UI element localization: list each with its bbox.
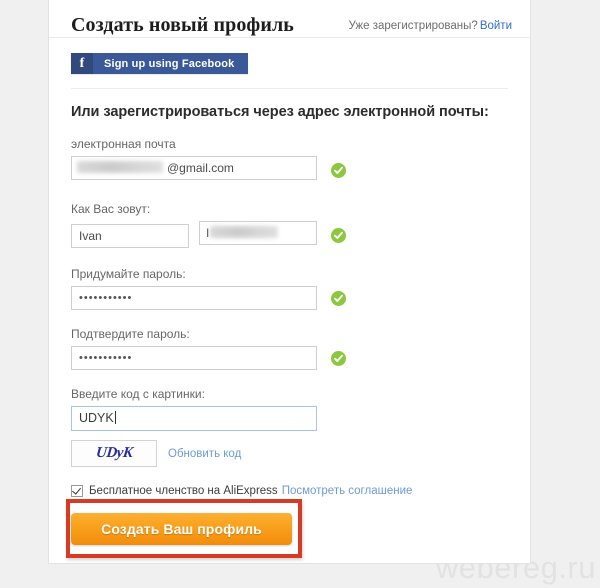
captcha-image: UDyK	[71, 440, 157, 467]
card-body: f Sign up using Facebook Или зарегистрир…	[49, 38, 530, 545]
captcha-field-row: UDYK	[71, 406, 508, 431]
page-title: Создать новый профиль	[71, 14, 294, 36]
email-label: электронная почта	[71, 137, 176, 151]
check-circle-icon	[331, 290, 346, 306]
name-label: Как Вас зовут:	[71, 202, 151, 216]
agreement-text: Бесплатное членство на AliExpress	[89, 485, 278, 497]
password-label: Придумайте пароль:	[71, 267, 186, 281]
password-confirm-label: Подтвердите пароль:	[71, 327, 190, 341]
password-confirm-input[interactable]: •••••••••••	[71, 346, 317, 370]
check-circle-icon	[331, 228, 346, 243]
captcha-image-text: UDyK	[95, 445, 134, 461]
submit-row: Создать Ваш профиль	[71, 513, 508, 545]
page-background: webereg.ru Создать новый профиль Уже зар…	[0, 0, 600, 588]
email-input-wrapper[interactable]: @gmail.com	[71, 156, 317, 185]
password-input[interactable]: •••••••••••	[71, 286, 317, 310]
facebook-signup-row: f Sign up using Facebook	[71, 38, 508, 74]
captcha-input[interactable]: UDYK	[71, 406, 317, 431]
facebook-signup-button[interactable]: f Sign up using Facebook	[71, 53, 249, 74]
facebook-divider	[71, 88, 508, 89]
already-registered-text: Уже зарегистрированы?	[348, 20, 478, 32]
last-name-input-wrapper[interactable]: I	[199, 221, 317, 250]
text-caret	[114, 411, 116, 424]
captcha-image-row: UDyK Обновить код	[71, 440, 508, 467]
email-field-row: @gmail.com	[71, 156, 508, 185]
facebook-signup-label: Sign up using Facebook	[104, 57, 235, 70]
password-confirm-value: •••••••••••	[79, 352, 133, 364]
login-link[interactable]: Войти	[480, 20, 512, 32]
captcha-label: Введите код с картинки:	[71, 387, 205, 401]
agreement-checkbox[interactable]	[71, 485, 83, 497]
password-field-row: •••••••••••	[71, 286, 508, 310]
login-prompt: Уже зарегистрированы? Войти	[349, 20, 513, 38]
registration-card: Создать новый профиль Уже зарегистрирова…	[48, 0, 531, 564]
captcha-refresh-link[interactable]: Обновить код	[168, 448, 241, 460]
agreement-link[interactable]: Посмотреть соглашение	[282, 485, 413, 497]
email-section-heading: Или зарегистрироваться через адрес элект…	[71, 104, 489, 120]
header-divider	[49, 37, 530, 38]
first-name-input[interactable]: Ivan	[71, 223, 189, 248]
create-profile-button[interactable]: Создать Ваш профиль	[71, 513, 292, 545]
password-value: •••••••••••	[79, 292, 133, 304]
last-name-input[interactable]	[199, 221, 317, 245]
check-circle-icon	[331, 163, 346, 178]
captcha-input-value: UDYK	[79, 411, 114, 425]
check-circle-icon	[331, 350, 346, 366]
card-header: Создать новый профиль Уже зарегистрирова…	[49, 0, 530, 38]
agreement-row: Бесплатное членство на AliExpress Посмот…	[71, 485, 508, 497]
name-field-row: Ivan I	[71, 221, 508, 250]
facebook-f-icon: f	[71, 53, 93, 74]
email-input[interactable]	[71, 156, 317, 180]
password-confirm-field-row: •••••••••••	[71, 346, 508, 370]
